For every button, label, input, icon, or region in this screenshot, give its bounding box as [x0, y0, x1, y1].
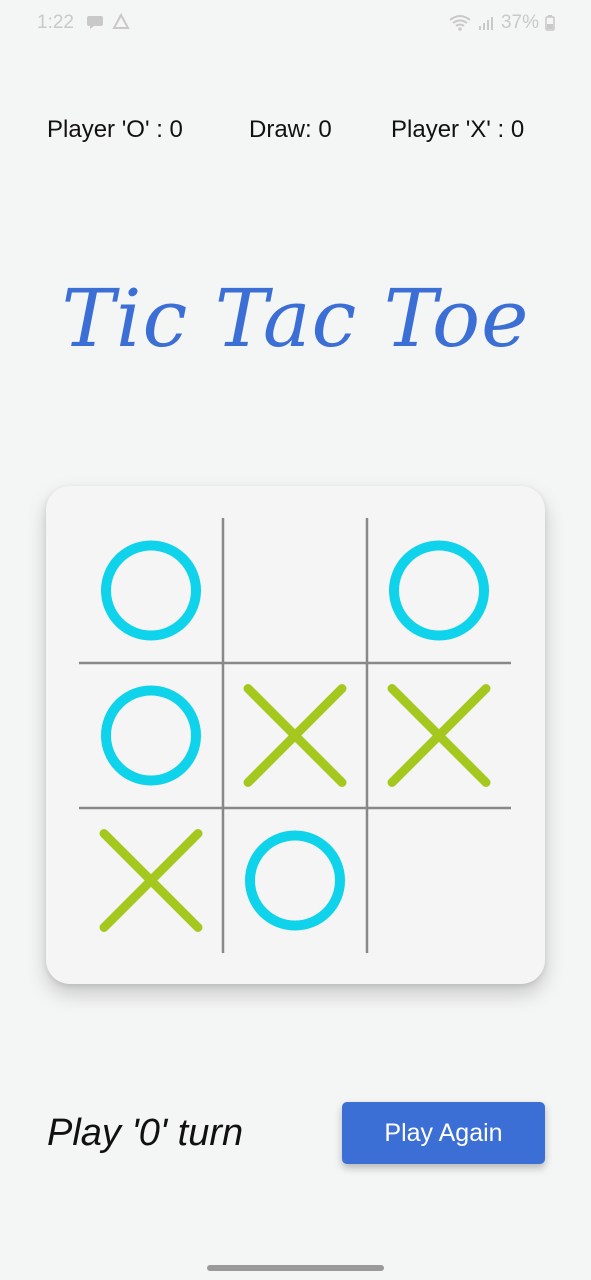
chat-icon [87, 16, 103, 29]
gesture-nav-handle[interactable] [207, 1265, 384, 1271]
score-draw: Draw: 0 [249, 116, 332, 143]
board-cell-1[interactable] [79, 518, 223, 663]
notification-icons [86, 13, 130, 31]
status-right: 37% [449, 12, 555, 34]
board-cell-8[interactable] [223, 808, 367, 953]
wifi-icon [449, 15, 471, 31]
board-cell-6[interactable] [367, 663, 511, 808]
alert-icon [112, 13, 130, 29]
board-cell-4[interactable] [79, 663, 223, 808]
board-cell-7[interactable] [79, 808, 223, 953]
status-bar: 1:22 37% [0, 0, 591, 46]
page-title: Tic Tac Toe [61, 272, 530, 365]
game-board [46, 486, 545, 984]
battery-percent: 37% [500, 12, 539, 33]
play-again-button[interactable]: Play Again [342, 1102, 545, 1164]
board-cell-5[interactable] [223, 663, 367, 808]
turn-indicator: Play '0' turn [47, 1112, 244, 1154]
board-grid [79, 518, 511, 953]
board-cell-2[interactable] [223, 518, 367, 663]
score-player-o: Player 'O' : 0 [47, 116, 183, 143]
signal-icon [478, 17, 493, 30]
battery-icon [545, 15, 555, 31]
status-time: 1:22 [37, 12, 74, 33]
board-cell-3[interactable] [367, 518, 511, 663]
score-player-x: Player 'X' : 0 [391, 116, 525, 143]
board-cell-9[interactable] [367, 808, 511, 953]
